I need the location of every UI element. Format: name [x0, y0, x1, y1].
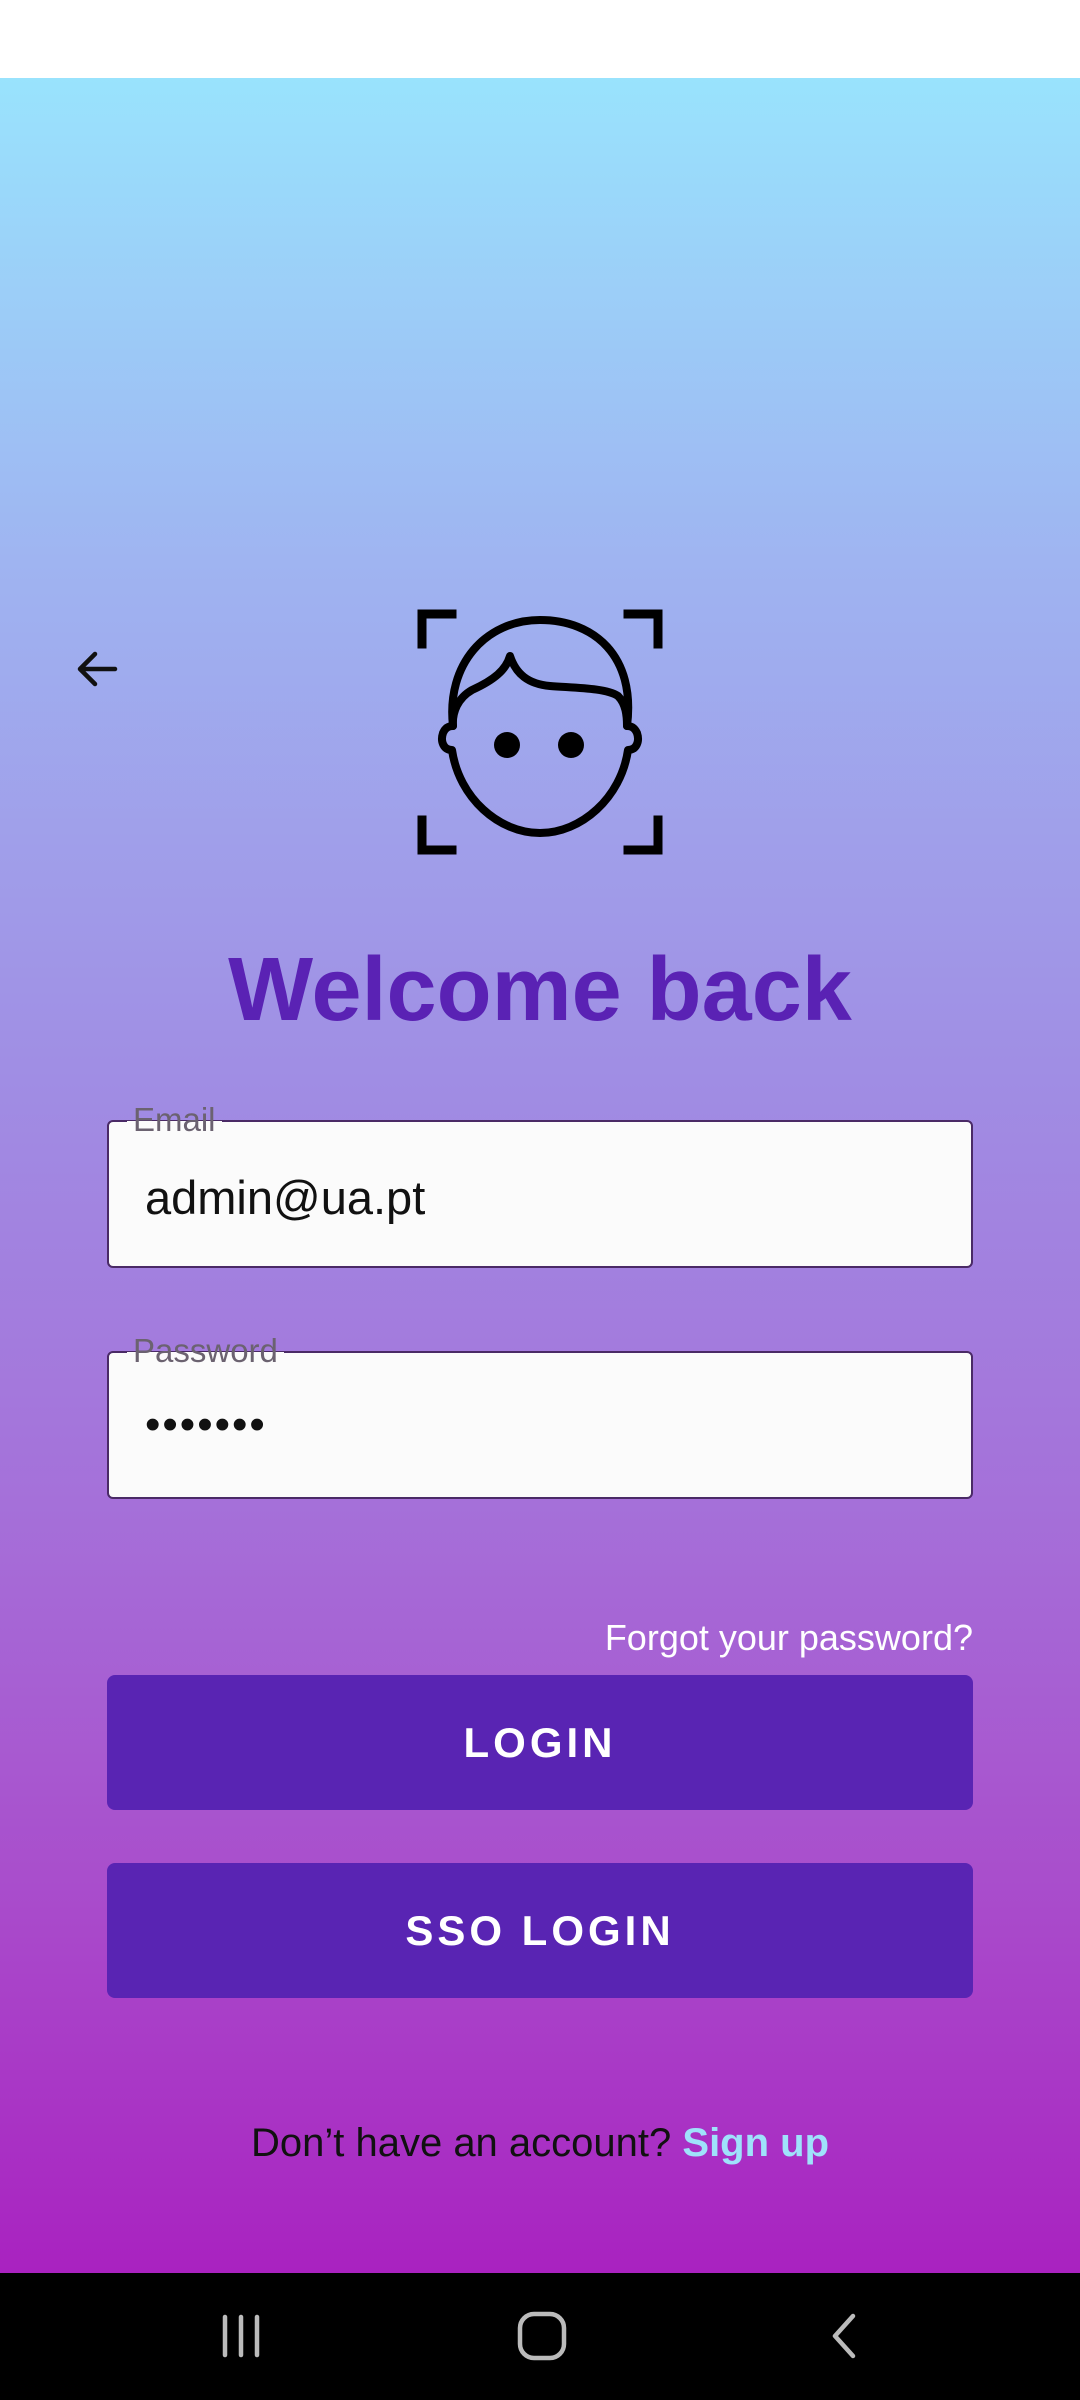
- home-button[interactable]: [487, 2291, 597, 2381]
- home-icon: [517, 2311, 567, 2361]
- login-button[interactable]: LOGIN: [107, 1675, 973, 1810]
- signup-row: Don’t have an account? Sign up: [0, 2116, 1080, 2170]
- password-value: •••••••: [145, 1400, 267, 1449]
- signup-prompt: Don’t have an account?: [250, 2121, 672, 2165]
- sso-login-button[interactable]: SSO LOGIN: [107, 1863, 973, 1998]
- email-value: admin@ua.pt: [145, 1171, 426, 1224]
- sso-login-button-label: SSO LOGIN: [405, 1906, 675, 1954]
- face-scan-icon: [417, 609, 663, 855]
- recent-apps-button[interactable]: [186, 2291, 296, 2381]
- page-title: Welcome back: [228, 940, 852, 1040]
- arrow-left-icon: [77, 651, 118, 687]
- status-bar: [0, 0, 1080, 78]
- password-label: Password: [127, 1331, 284, 1371]
- back-button[interactable]: [62, 634, 132, 704]
- system-back-button[interactable]: [790, 2291, 900, 2381]
- password-field[interactable]: Password •••••••: [107, 1331, 973, 1499]
- forgot-password-link[interactable]: Forgot your password?: [605, 1614, 973, 1662]
- email-label: Email: [127, 1100, 222, 1140]
- login-content: Welcome back Email admin@ua.pt Password …: [0, 78, 1080, 2273]
- recent-apps-icon: [222, 2314, 260, 2358]
- navigation-bar: [0, 2273, 1080, 2400]
- chevron-left-icon: [832, 2313, 856, 2359]
- login-screen: Welcome back Email admin@ua.pt Password …: [0, 0, 1080, 2400]
- signup-link[interactable]: Sign up: [682, 2121, 829, 2165]
- email-field[interactable]: Email admin@ua.pt: [107, 1100, 973, 1268]
- login-button-label: LOGIN: [463, 1718, 617, 1766]
